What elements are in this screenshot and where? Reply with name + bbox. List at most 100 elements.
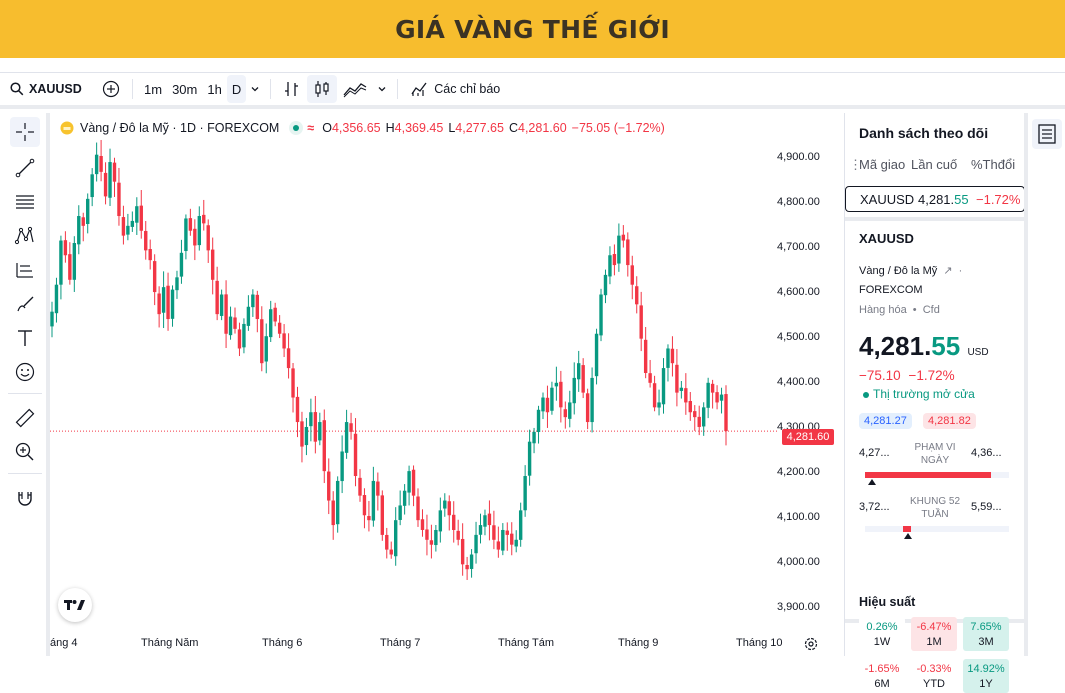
candle-body <box>460 538 465 565</box>
text-tool[interactable] <box>10 323 40 353</box>
detail-currency: USD <box>967 347 989 358</box>
ruler-tool[interactable] <box>10 403 40 433</box>
detail-name[interactable]: Vàng / Đô la Mỹ <box>859 265 937 277</box>
interval-30m[interactable]: 30m <box>167 75 202 103</box>
candlestick-plot[interactable] <box>50 113 840 656</box>
trend-line-tool[interactable] <box>10 153 40 183</box>
candle-body <box>568 402 572 419</box>
ruler-icon <box>15 408 35 428</box>
candle-body <box>581 365 585 393</box>
candle-body <box>94 154 99 175</box>
magnet-tool[interactable] <box>10 483 40 513</box>
candle-body <box>523 476 527 511</box>
perf-ytd[interactable]: -0.33% YTD <box>911 659 957 693</box>
interval-1h[interactable]: 1h <box>202 75 226 103</box>
candle-body <box>210 249 215 280</box>
crosshair-tool[interactable] <box>10 117 40 147</box>
detail-symbol[interactable]: XAUUSD <box>859 231 914 246</box>
candle-body <box>652 383 657 408</box>
candle-body <box>260 319 264 364</box>
candle-body <box>358 477 362 496</box>
leftbar-divider <box>8 473 42 474</box>
candle-body <box>416 496 420 521</box>
perf-1y[interactable]: 14.92% 1Y <box>963 659 1009 693</box>
pattern-tool[interactable] <box>10 221 40 251</box>
watchlist-row[interactable]: XAUUSD 4,281.55 −1.72% <box>845 186 1025 212</box>
candles-style-button[interactable] <box>307 75 338 103</box>
detail-exchange[interactable]: FOREXCOM <box>859 284 923 296</box>
candle-body <box>469 554 474 569</box>
perf-6m[interactable]: -1.65% 6M <box>859 659 905 693</box>
perf-3m[interactable]: 7.65% 3M <box>963 617 1009 651</box>
legend-change: −75.05 (−1.72%) <box>571 121 665 135</box>
performance-title: Hiệu suất <box>859 595 916 609</box>
candle-body <box>657 402 661 408</box>
watchlist-toggle[interactable] <box>1032 119 1062 149</box>
candle-body <box>273 307 277 322</box>
x-tick: Tháng 6 <box>262 637 303 649</box>
interval-dropdown[interactable] <box>246 75 264 103</box>
candle-body <box>514 539 518 547</box>
detail-price-frac: 55 <box>931 331 961 361</box>
right-panel: Danh sách theo dõi ⋮ Mã giao Lần cuố %Th… <box>844 113 1025 693</box>
emoji-tool[interactable] <box>10 357 40 387</box>
external-link-icon[interactable]: ↗ <box>943 265 952 277</box>
chart-settings-button[interactable] <box>803 636 819 652</box>
candle-body <box>300 421 304 447</box>
fib-tool[interactable] <box>10 187 40 217</box>
compare-button[interactable] <box>96 75 126 103</box>
candle-body <box>219 294 224 316</box>
tradingview-logo-badge[interactable] <box>58 588 92 622</box>
candle-body <box>603 274 608 296</box>
col-symbol[interactable]: Mã giao <box>859 157 905 172</box>
legend-title: Vàng / Đô la Mỹ · 1D · FOREXCOM <box>80 121 280 135</box>
interval-d[interactable]: D <box>226 75 247 103</box>
candle-body <box>291 368 295 398</box>
legend-high: 4,369.45 <box>394 121 444 135</box>
symbol-search[interactable]: XAUUSD <box>0 75 92 103</box>
area-style-button[interactable] <box>337 75 373 103</box>
candle-body <box>407 471 411 493</box>
forecast-tool[interactable] <box>10 255 40 285</box>
candle-body <box>295 396 300 423</box>
candle-body <box>501 529 505 551</box>
row-last: 4,281. <box>918 191 955 207</box>
candle-body <box>724 394 728 432</box>
drawing-toolbar <box>0 113 50 656</box>
perf-1m[interactable]: -6.47% 1M <box>911 617 957 651</box>
perf-value: -1.65% <box>864 663 900 675</box>
bars-style-button[interactable] <box>277 75 307 103</box>
legend-low: 4,277.65 <box>455 121 504 135</box>
candle-body <box>474 534 478 554</box>
zoom-tool[interactable] <box>10 437 40 467</box>
candle-body <box>675 364 679 393</box>
candle-body <box>63 240 68 256</box>
candle-body <box>465 564 469 570</box>
chart-type-dropdown[interactable] <box>373 75 391 103</box>
x-tick: Tháng Tám <box>498 637 555 649</box>
banner-title: GIÁ VÀNG THẾ GIỚI <box>395 14 670 44</box>
candle-body <box>679 387 684 391</box>
candle-body <box>393 520 398 557</box>
candle-body <box>608 255 612 277</box>
col-change[interactable]: %Thđổi <box>971 157 1015 172</box>
indicators-button[interactable]: Các chỉ báo <box>404 75 506 103</box>
candle-body <box>389 549 393 555</box>
candle-body <box>577 363 581 380</box>
day-range: 4,27... PHẠM VI NGÀY 4,36... <box>845 439 1025 489</box>
detail-change-pct: −1.72% <box>908 368 955 383</box>
bid-chip: 4,281.27 <box>859 413 912 429</box>
candle-body <box>362 495 367 516</box>
detail-type: Cfd <box>922 304 940 316</box>
interval-1m[interactable]: 1m <box>139 75 167 103</box>
brush-tool[interactable] <box>10 289 40 319</box>
week52-range: 3,72... KHUNG 52 TUẦN 5,59... <box>845 493 1025 543</box>
magnet-icon <box>18 492 32 506</box>
perf-1w[interactable]: 0.26% 1W <box>859 617 905 651</box>
price-chart[interactable]: Vàng / Đô la Mỹ · 1D · FOREXCOM ≈ O4,356… <box>50 113 840 656</box>
candle-body <box>81 217 85 226</box>
col-last[interactable]: Lần cuố <box>911 157 957 172</box>
candles-icon <box>315 81 329 97</box>
candle-body <box>304 426 309 446</box>
candle-body <box>398 505 402 520</box>
